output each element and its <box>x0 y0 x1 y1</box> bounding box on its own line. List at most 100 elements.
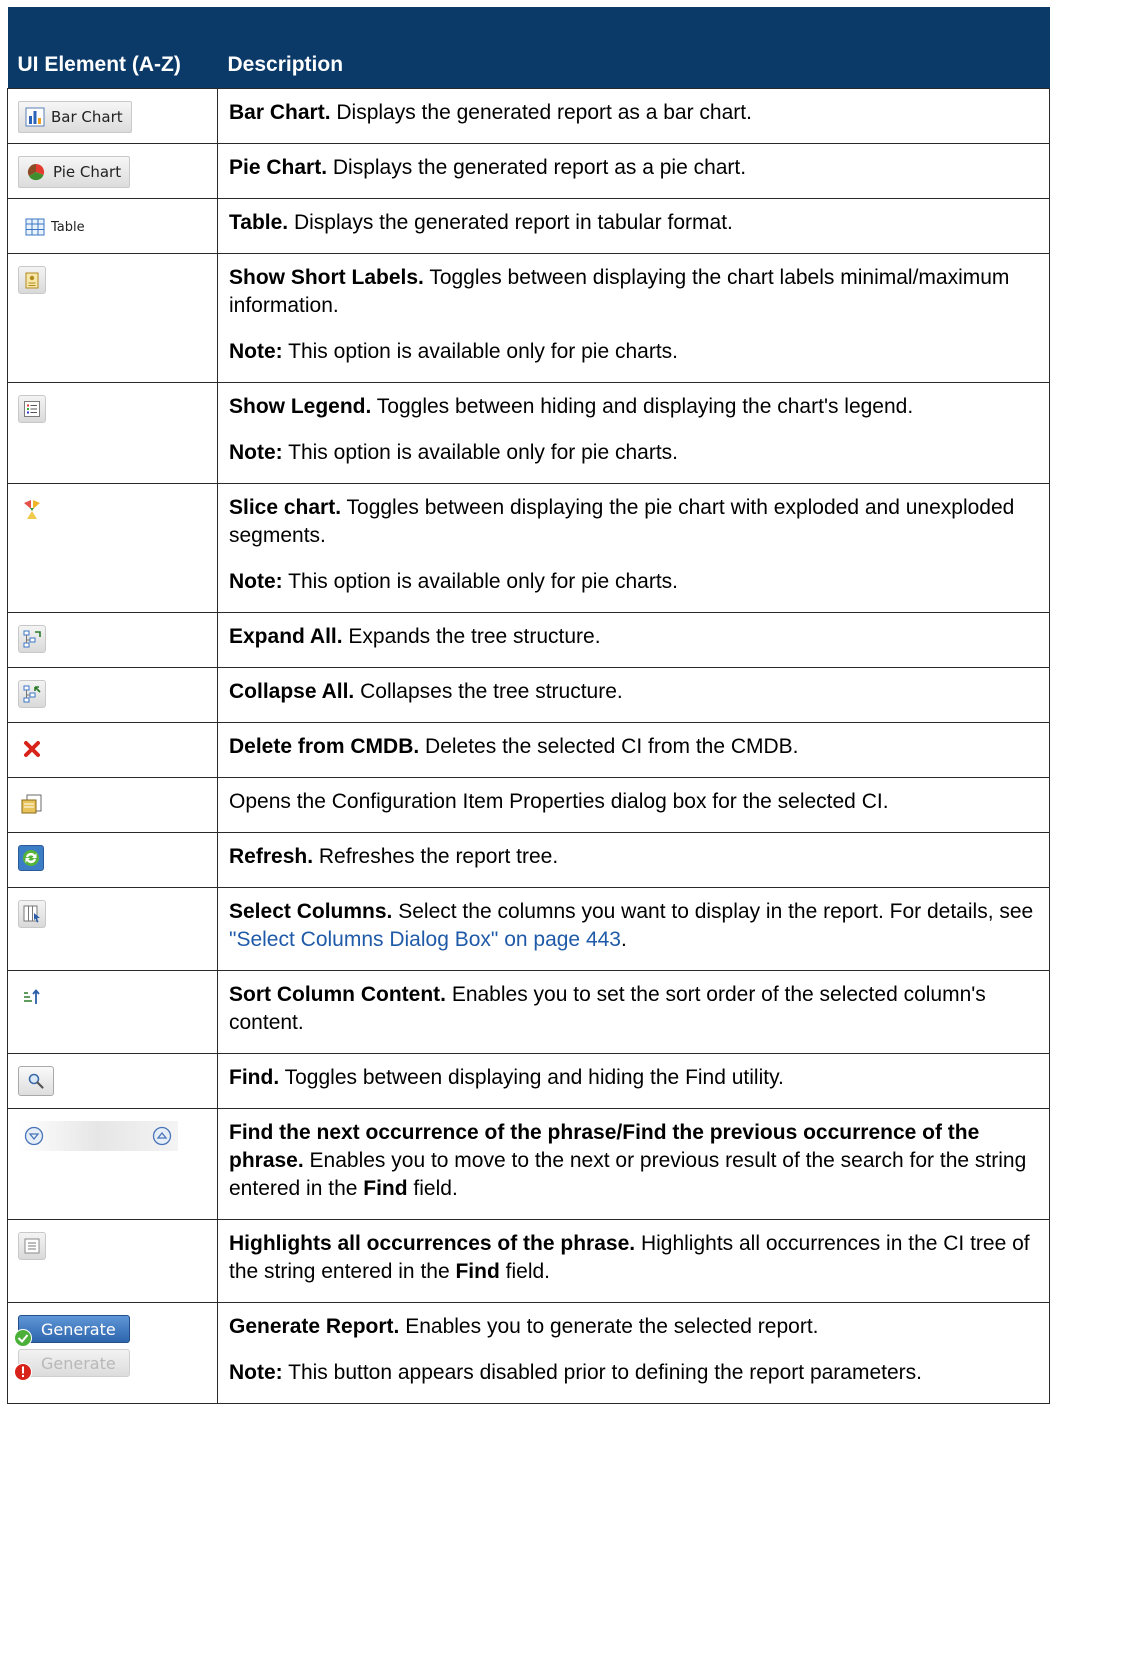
description-paragraph: Pie Chart. Displays the generated report… <box>229 154 1035 182</box>
description-cell: Generate Report. Enables you to generate… <box>217 1302 1050 1404</box>
description-cell: Opens the Configuration Item Properties … <box>217 777 1050 833</box>
error-badge-icon <box>14 1363 32 1381</box>
slice-chart-icon <box>18 496 46 524</box>
description-cell: Show Short Labels. Toggles between displ… <box>217 253 1050 383</box>
description-bold: Find <box>455 1260 500 1283</box>
bar-chart-button-image: Bar Chart <box>18 101 132 133</box>
description-text: Expands the tree structure. <box>342 625 601 648</box>
description-bold: Note: <box>229 340 283 363</box>
description-paragraph: Bar Chart. Displays the generated report… <box>229 99 1035 127</box>
select-columns-dialog-link[interactable]: "Select Columns Dialog Box" on page 443 <box>229 928 621 951</box>
table-row: Bar Chart Bar Chart. Displays the generat… <box>7 88 1050 144</box>
table-label: Table <box>51 219 85 235</box>
description-paragraph: Slice chart. Toggles between displaying … <box>229 494 1035 550</box>
description-paragraph: Show Short Labels. Toggles between displ… <box>229 264 1035 320</box>
description-bold: Highlights all occurrences of the phrase… <box>229 1232 636 1255</box>
table-row: Collapse All. Collapses the tree structu… <box>7 667 1050 723</box>
description-paragraph: Show Legend. Toggles between hiding and … <box>229 393 1035 421</box>
ui-element-cell <box>7 612 218 668</box>
generate-icon-pair: Generate Generate <box>14 1315 209 1381</box>
generate-enabled-label: Generate <box>41 1319 116 1339</box>
ui-element-cell <box>7 1053 218 1109</box>
ui-element-cell <box>7 722 218 778</box>
description-paragraph: Generate Report. Enables you to generate… <box>229 1313 1035 1341</box>
highlight-all-icon <box>18 1232 46 1260</box>
description-text: Deletes the selected CI from the CMDB. <box>419 735 799 758</box>
table-row: Highlights all occurrences of the phrase… <box>7 1219 1050 1303</box>
description-text: Displays the generated report as a pie c… <box>327 156 747 179</box>
find-icon <box>18 1066 54 1096</box>
description-bold: Refresh. <box>229 845 314 868</box>
table-row: Pie Chart Pie Chart. Displays the generat… <box>7 143 1050 199</box>
description-text: field. <box>407 1177 458 1200</box>
description-bold: Collapse All. <box>229 680 355 703</box>
description-cell: Refresh. Refreshes the report tree. <box>217 832 1050 888</box>
description-paragraph: Select Columns. Select the columns you w… <box>229 898 1035 954</box>
description-bold: Slice chart. <box>229 496 342 519</box>
description-text: Displays the generated report as a bar c… <box>330 101 752 124</box>
description-paragraph: Expand All. Expands the tree structure. <box>229 623 1035 651</box>
description-text: Enables you to generate the selected rep… <box>399 1315 819 1338</box>
description-text: This option is available only for pie ch… <box>282 340 678 363</box>
table-row: Refresh. Refreshes the report tree. <box>7 832 1050 888</box>
properties-icon <box>18 790 46 818</box>
header-ui-element: UI Element (A-Z) <box>7 7 218 89</box>
description-bold: Pie Chart. <box>229 156 328 179</box>
description-text: This button appears disabled prior to de… <box>282 1361 922 1384</box>
table-row: Find. Toggles between displaying and hid… <box>7 1053 1050 1109</box>
description-bold: Generate Report. <box>229 1315 400 1338</box>
bar-chart-icon <box>25 107 45 127</box>
table-row: Generate Generate Generate Report. Enabl… <box>7 1302 1050 1404</box>
ui-element-cell <box>7 253 218 383</box>
generate-disabled-label: Generate <box>41 1353 116 1373</box>
description-cell: Delete from CMDB. Deletes the selected C… <box>217 722 1050 778</box>
description-bold: Sort Column Content. <box>229 983 446 1006</box>
description-text: Select the columns you want to display i… <box>392 900 1034 923</box>
find-previous-icon <box>152 1126 172 1146</box>
ui-element-cell <box>7 382 218 484</box>
bar-chart-label: Bar Chart <box>51 108 123 126</box>
description-bold: Note: <box>229 570 283 593</box>
description-cell: Find. Toggles between displaying and hid… <box>217 1053 1050 1109</box>
generate-enabled-button-image: Generate <box>14 1315 130 1347</box>
refresh-icon <box>18 845 44 871</box>
pie-chart-label: Pie Chart <box>53 163 122 181</box>
find-next-icon <box>24 1126 44 1146</box>
description-text: Toggles between hiding and displaying th… <box>371 395 914 418</box>
table-row: Select Columns. Select the columns you w… <box>7 887 1050 971</box>
legend-icon <box>18 395 46 423</box>
ui-element-cell: Pie Chart <box>7 143 218 199</box>
description-text: Toggles between displaying the pie chart… <box>229 496 1015 547</box>
table-row: Delete from CMDB. Deletes the selected C… <box>7 722 1050 778</box>
description-paragraph: Opens the Configuration Item Properties … <box>229 788 1035 816</box>
description-cell: Pie Chart. Displays the generated report… <box>217 143 1050 199</box>
description-text: Refreshes the report tree. <box>313 845 559 868</box>
description-paragraph: Note: This option is available only for … <box>229 568 1035 596</box>
table-row: Sort Column Content. Enables you to set … <box>7 970 1050 1054</box>
ui-element-cell <box>7 777 218 833</box>
table-row: Show Short Labels. Toggles between displ… <box>7 253 1050 383</box>
table-row: Slice chart. Toggles between displaying … <box>7 483 1050 613</box>
table-row: Table Table. Displays the generated repor… <box>7 198 1050 254</box>
description-bold: Delete from CMDB. <box>229 735 420 758</box>
delete-icon <box>18 735 46 763</box>
ui-element-cell <box>7 1108 218 1220</box>
description-text: This option is available only for pie ch… <box>282 441 678 464</box>
description-bold: Table. <box>229 211 289 234</box>
description-bold: Note: <box>229 441 283 464</box>
description-cell: Sort Column Content. Enables you to set … <box>217 970 1050 1054</box>
ui-element-cell: Table <box>7 198 218 254</box>
table-row: Find the next occurrence of the phrase/F… <box>7 1108 1050 1220</box>
description-paragraph: Find. Toggles between displaying and hid… <box>229 1064 1035 1092</box>
short-labels-icon <box>18 266 46 294</box>
description-cell: Table. Displays the generated report in … <box>217 198 1050 254</box>
description-cell: Show Legend. Toggles between hiding and … <box>217 382 1050 484</box>
description-cell: Find the next occurrence of the phrase/F… <box>217 1108 1050 1220</box>
description-bold: Note: <box>229 1361 283 1384</box>
description-text: field. <box>499 1260 551 1283</box>
ui-element-cell <box>7 970 218 1054</box>
table-button-image: Table <box>18 211 94 243</box>
pie-chart-button-image: Pie Chart <box>18 156 131 188</box>
description-bold: Show Legend. <box>229 395 372 418</box>
description-bold: Find <box>363 1177 408 1200</box>
